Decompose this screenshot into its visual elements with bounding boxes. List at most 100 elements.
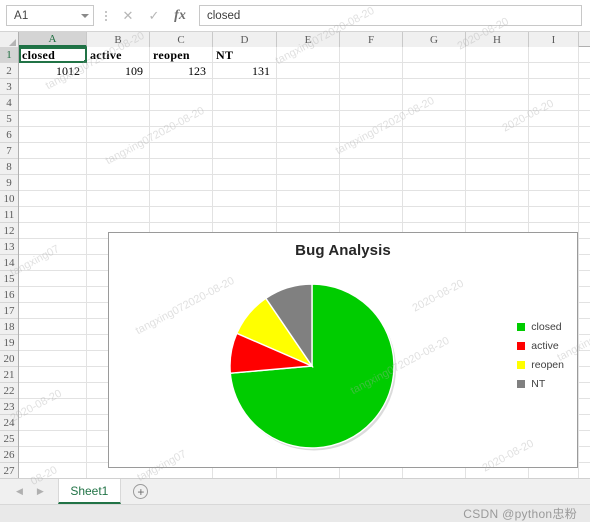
table-row[interactable] — [19, 143, 590, 159]
cell-c4[interactable] — [150, 95, 213, 111]
triangle-right-icon[interactable]: ▶ — [37, 486, 44, 497]
cell-b5[interactable] — [87, 111, 150, 127]
table-row[interactable] — [19, 207, 590, 223]
column-header-h[interactable]: H — [466, 32, 529, 47]
row-header-12[interactable]: 12 — [0, 223, 18, 239]
cell-g8[interactable] — [403, 159, 466, 175]
cell-d2[interactable]: 131 — [213, 63, 277, 79]
row-header-7[interactable]: 7 — [0, 143, 18, 159]
cell-i5[interactable] — [529, 111, 579, 127]
cell-c8[interactable] — [150, 159, 213, 175]
cell-b9[interactable] — [87, 175, 150, 191]
cell-g2[interactable] — [403, 63, 466, 79]
row-header-19[interactable]: 19 — [0, 335, 18, 351]
cell-b4[interactable] — [87, 95, 150, 111]
cell-c5[interactable] — [150, 111, 213, 127]
cell-g11[interactable] — [403, 207, 466, 223]
column-header-i[interactable]: I — [529, 32, 579, 47]
cell-b11[interactable] — [87, 207, 150, 223]
table-row[interactable] — [19, 111, 590, 127]
close-icon[interactable]: ✕ — [115, 5, 141, 27]
cell-a24[interactable] — [19, 415, 87, 431]
cell-g1[interactable] — [403, 47, 466, 63]
row-header-1[interactable]: 1 — [0, 47, 18, 63]
cell-h11[interactable] — [466, 207, 529, 223]
row-header-8[interactable]: 8 — [0, 159, 18, 175]
cell-c2[interactable]: 123 — [150, 63, 213, 79]
cell-g7[interactable] — [403, 143, 466, 159]
cell-i2[interactable] — [529, 63, 579, 79]
cell-e7[interactable] — [277, 143, 340, 159]
cell-i6[interactable] — [529, 127, 579, 143]
cell-a12[interactable] — [19, 223, 87, 239]
cell-h10[interactable] — [466, 191, 529, 207]
cell-c9[interactable] — [150, 175, 213, 191]
cell-d1[interactable]: NT — [213, 47, 277, 63]
cell-f1[interactable] — [340, 47, 403, 63]
row-header-22[interactable]: 22 — [0, 383, 18, 399]
formula-input[interactable]: closed — [199, 5, 582, 26]
cell-e11[interactable] — [277, 207, 340, 223]
cell-g6[interactable] — [403, 127, 466, 143]
cell-c6[interactable] — [150, 127, 213, 143]
cell-c7[interactable] — [150, 143, 213, 159]
table-row[interactable]: 1012 109 123 131 — [19, 63, 590, 79]
cell-h2[interactable] — [466, 63, 529, 79]
cell-g5[interactable] — [403, 111, 466, 127]
cell-e1[interactable] — [277, 47, 340, 63]
table-row[interactable] — [19, 95, 590, 111]
cell-a21[interactable] — [19, 367, 87, 383]
triangle-left-icon[interactable]: ◀ — [16, 486, 23, 497]
cell-c11[interactable] — [150, 207, 213, 223]
row-header-3[interactable]: 3 — [0, 79, 18, 95]
table-row[interactable] — [19, 79, 590, 95]
cell-e6[interactable] — [277, 127, 340, 143]
cell-f6[interactable] — [340, 127, 403, 143]
cell-a27[interactable] — [19, 463, 87, 478]
row-header-11[interactable]: 11 — [0, 207, 18, 223]
cell-h9[interactable] — [466, 175, 529, 191]
table-row[interactable] — [19, 127, 590, 143]
cell-h6[interactable] — [466, 127, 529, 143]
row-header-16[interactable]: 16 — [0, 287, 18, 303]
column-header-d[interactable]: D — [213, 32, 277, 47]
cell-h5[interactable] — [466, 111, 529, 127]
cell-b6[interactable] — [87, 127, 150, 143]
table-row[interactable]: closed active reopen NT — [19, 47, 590, 63]
cell-a15[interactable] — [19, 271, 87, 287]
cell-e5[interactable] — [277, 111, 340, 127]
cell-a22[interactable] — [19, 383, 87, 399]
row-header-5[interactable]: 5 — [0, 111, 18, 127]
fill-handle[interactable] — [83, 59, 85, 61]
cell-f7[interactable] — [340, 143, 403, 159]
row-header-6[interactable]: 6 — [0, 127, 18, 143]
column-header-g[interactable]: G — [403, 32, 466, 47]
row-header-13[interactable]: 13 — [0, 239, 18, 255]
cell-e4[interactable] — [277, 95, 340, 111]
cell-e10[interactable] — [277, 191, 340, 207]
chevron-down-icon[interactable] — [81, 13, 89, 18]
cell-d4[interactable] — [213, 95, 277, 111]
cell-a14[interactable] — [19, 255, 87, 271]
cell-d11[interactable] — [213, 207, 277, 223]
cell-a23[interactable] — [19, 399, 87, 415]
cell-a18[interactable] — [19, 319, 87, 335]
cell-g9[interactable] — [403, 175, 466, 191]
column-header-f[interactable]: F — [340, 32, 403, 47]
cell-a1[interactable]: closed — [19, 47, 87, 63]
cell-a8[interactable] — [19, 159, 87, 175]
cell-h7[interactable] — [466, 143, 529, 159]
cell-b10[interactable] — [87, 191, 150, 207]
cell-d10[interactable] — [213, 191, 277, 207]
cell-a19[interactable] — [19, 335, 87, 351]
cell-h3[interactable] — [466, 79, 529, 95]
cell-i1[interactable] — [529, 47, 579, 63]
cell-d5[interactable] — [213, 111, 277, 127]
sheet-tab-sheet1[interactable]: Sheet1 — [57, 479, 121, 504]
row-header-23[interactable]: 23 — [0, 399, 18, 415]
row-header-14[interactable]: 14 — [0, 255, 18, 271]
cell-a5[interactable] — [19, 111, 87, 127]
check-icon[interactable]: ✓ — [141, 5, 167, 27]
worksheet-grid[interactable]: ABCDEFGHI 1 2 3 4 5 6 7 8 9 10 11 12 13 14 15 16 17 18 19 2… — [0, 32, 590, 479]
fx-icon[interactable]: fx — [167, 5, 193, 27]
